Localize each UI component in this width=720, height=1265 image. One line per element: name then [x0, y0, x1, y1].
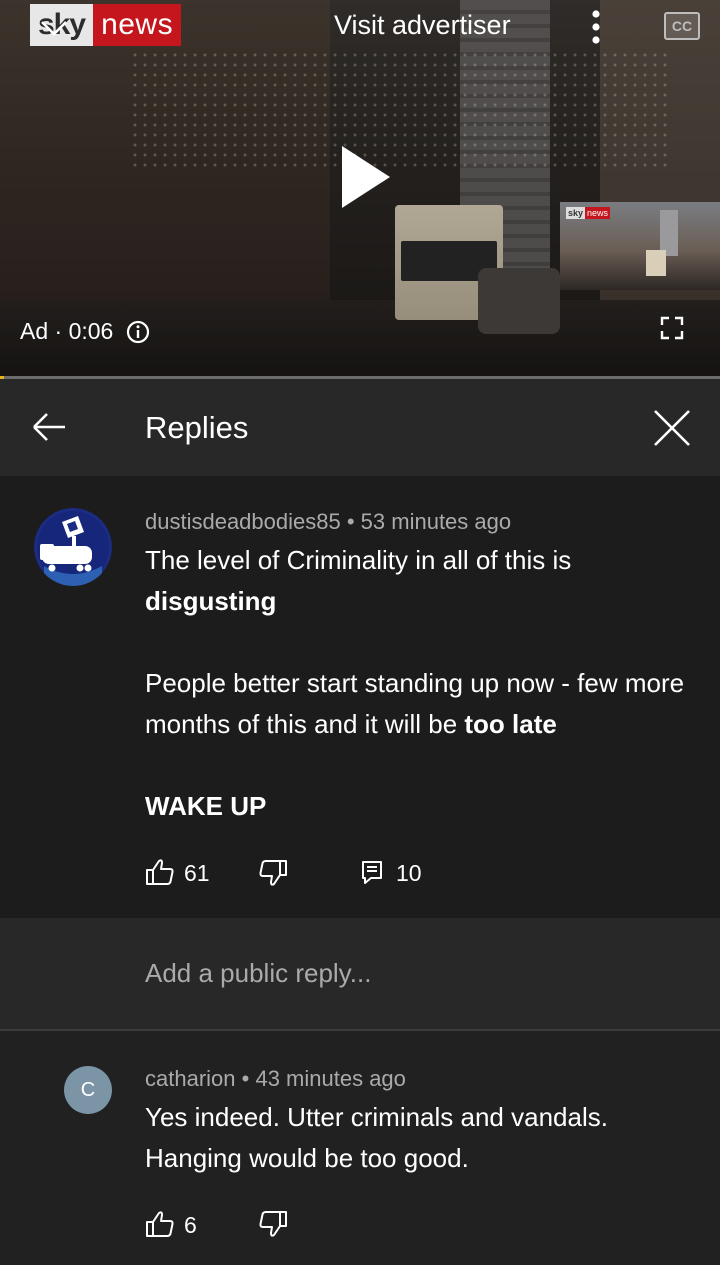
page-title: Replies — [145, 410, 249, 445]
like-count: 6 — [184, 1212, 197, 1238]
info-icon[interactable] — [126, 320, 150, 344]
comment-paragraph-2: People better start standing up now - fe… — [145, 668, 685, 739]
dislike-icon[interactable] — [258, 1210, 288, 1238]
avatar[interactable] — [34, 508, 112, 586]
chevron-down-icon[interactable] — [38, 14, 70, 42]
visit-advertiser-link[interactable]: Visit advertiser — [334, 10, 511, 41]
back-arrow-icon[interactable] — [30, 408, 68, 446]
add-reply-input[interactable] — [145, 958, 665, 989]
close-icon[interactable] — [652, 408, 692, 448]
play-icon[interactable] — [340, 144, 392, 210]
reply-author[interactable]: catharion — [145, 1066, 236, 1091]
replies-header — [0, 379, 720, 476]
captions-button[interactable]: CC — [664, 12, 700, 40]
video-preview-thumbnail: sky news — [560, 202, 720, 290]
thumbnail-sky-news-logo: sky news — [566, 207, 611, 219]
ad-timer: Ad · 0:06 — [20, 318, 114, 344]
reply-icon[interactable] — [361, 860, 383, 884]
comment-meta: dustisdeadbodies85 • 53 minutes ago — [145, 509, 512, 534]
like-icon[interactable] — [145, 1210, 175, 1238]
fullscreen-icon[interactable] — [660, 316, 684, 340]
reply-count: 10 — [396, 860, 422, 886]
comment-paragraph-3: WAKE UP — [145, 791, 267, 821]
comment-body: The level of Criminality in all of this … — [145, 545, 572, 616]
dislike-icon[interactable] — [258, 859, 288, 887]
comment-author[interactable]: dustisdeadbodies85 — [145, 509, 341, 534]
reply-time: 43 minutes ago — [255, 1066, 406, 1091]
more-options-icon[interactable] — [588, 10, 604, 44]
avatar[interactable]: C — [64, 1066, 112, 1114]
like-icon[interactable] — [145, 858, 175, 886]
reply-body: Yes indeed. Utter criminals and vandals.… — [145, 1102, 608, 1173]
comment-time: 53 minutes ago — [360, 509, 512, 534]
video-player[interactable]: sky news Visit advertiser CC sky news Ad … — [0, 0, 720, 378]
reply-meta: catharion • 43 minutes ago — [145, 1066, 406, 1091]
like-count: 61 — [184, 860, 210, 886]
